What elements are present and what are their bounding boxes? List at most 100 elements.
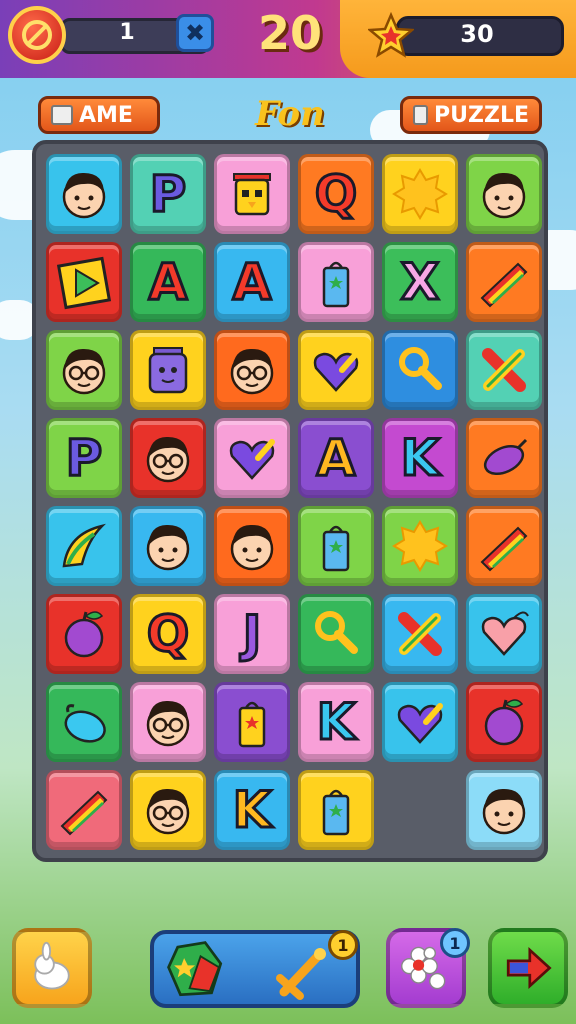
moves-value: 1 xyxy=(119,20,135,45)
face-icon xyxy=(146,524,190,571)
sun-icon xyxy=(392,168,448,220)
letter-a-label: A xyxy=(231,252,273,313)
board-tile[interactable] xyxy=(382,154,458,234)
letter-a-label: A xyxy=(315,428,357,489)
bunny-icon xyxy=(34,941,70,990)
board-tile[interactable]: X xyxy=(382,242,458,322)
board-tile[interactable]: K xyxy=(214,770,290,850)
letter-k-label: K xyxy=(399,428,441,489)
board-tile[interactable] xyxy=(214,330,290,410)
board-tile[interactable] xyxy=(46,330,122,410)
board-tile[interactable] xyxy=(466,330,542,410)
rainbow-icon xyxy=(480,526,528,572)
arrow-right-icon xyxy=(506,946,552,990)
board-tile[interactable] xyxy=(214,506,290,586)
board-tile[interactable] xyxy=(466,154,542,234)
no-entry-icon xyxy=(22,20,52,50)
board-tile[interactable]: A xyxy=(214,242,290,322)
key-icon xyxy=(315,611,358,654)
key-icon xyxy=(399,347,442,390)
book-icon xyxy=(51,105,73,125)
board-tile[interactable] xyxy=(46,682,122,762)
cross-pencil-icon xyxy=(398,612,442,656)
board-tile[interactable] xyxy=(46,242,122,322)
letter-a-label: A xyxy=(147,252,189,313)
no-entry-button[interactable] xyxy=(8,6,66,64)
power-count-badge: 1 xyxy=(328,930,358,960)
board-tile[interactable] xyxy=(130,770,206,850)
board-tile[interactable]: A xyxy=(130,242,206,322)
board-tile[interactable] xyxy=(46,506,122,586)
board-tile[interactable] xyxy=(130,330,206,410)
robot-purple-icon xyxy=(148,347,188,394)
heart-check-icon xyxy=(229,439,275,480)
board-tile[interactable]: K xyxy=(382,418,458,498)
letter-q-label: Q xyxy=(313,164,358,225)
board-tile[interactable] xyxy=(298,506,374,586)
board-tile[interactable] xyxy=(46,594,122,674)
robot-yellow-icon xyxy=(233,173,271,216)
board-tile[interactable] xyxy=(466,770,542,850)
board-tile[interactable]: A xyxy=(298,418,374,498)
cross-pencil-icon xyxy=(482,348,526,392)
board-tile[interactable]: P xyxy=(46,418,122,498)
face-glasses-icon xyxy=(146,788,190,835)
board-tile[interactable] xyxy=(382,506,458,586)
heart-check-icon xyxy=(313,351,359,392)
board-tile[interactable]: K xyxy=(298,682,374,762)
board-tile[interactable] xyxy=(130,682,206,762)
game-board: PQAAXPAKQJKK xyxy=(32,140,548,862)
rainbow-icon xyxy=(60,790,108,836)
board-tile[interactable]: Q xyxy=(298,154,374,234)
board-tile[interactable] xyxy=(214,418,290,498)
board-tile[interactable]: J xyxy=(214,594,290,674)
next-button[interactable] xyxy=(488,928,568,1008)
gem-icon xyxy=(167,941,223,997)
score-value: 20 xyxy=(257,6,322,60)
face-icon xyxy=(62,172,106,219)
bag-yellow-icon xyxy=(238,701,266,748)
letter-p-label: P xyxy=(64,428,104,489)
board-tile[interactable]: Q xyxy=(130,594,206,674)
board-tile[interactable] xyxy=(298,770,374,850)
board-tile[interactable] xyxy=(382,594,458,674)
sword-icon xyxy=(276,948,326,1000)
flower-count-badge: 1 xyxy=(440,928,470,958)
game-mode-button[interactable]: AME xyxy=(38,96,160,134)
face-icon xyxy=(482,172,526,219)
board-tile[interactable] xyxy=(46,154,122,234)
puzzle-button[interactable]: PUZZLE xyxy=(400,96,542,134)
bunny-powerup-button[interactable] xyxy=(12,928,92,1008)
apple-purple-icon xyxy=(64,611,104,658)
board-tile[interactable] xyxy=(130,418,206,498)
board-tile[interactable] xyxy=(298,330,374,410)
star-icon xyxy=(368,12,414,58)
apple-purple-icon xyxy=(484,699,524,746)
bag-blue-icon xyxy=(322,525,350,572)
plum-icon xyxy=(483,438,528,476)
rainbow-icon xyxy=(480,262,528,308)
sun-icon xyxy=(392,520,448,572)
board-tile[interactable] xyxy=(466,242,542,322)
board-tile[interactable] xyxy=(466,506,542,586)
board-tile[interactable] xyxy=(298,594,374,674)
board-tile[interactable] xyxy=(466,418,542,498)
letter-q-label: Q xyxy=(145,604,190,665)
board-tile[interactable] xyxy=(298,242,374,322)
board-tile[interactable] xyxy=(214,154,290,234)
shuffle-button[interactable]: ✖ xyxy=(176,14,214,52)
board-tile[interactable] xyxy=(466,682,542,762)
letter-k-label: K xyxy=(315,692,357,753)
board-tile[interactable] xyxy=(382,682,458,762)
letter-j-label: J xyxy=(241,604,263,665)
board-tile[interactable] xyxy=(130,506,206,586)
face-icon xyxy=(482,788,526,835)
board-tile[interactable] xyxy=(46,770,122,850)
bag-blue-icon xyxy=(322,261,350,308)
board-tile[interactable] xyxy=(214,682,290,762)
face-icon xyxy=(230,524,274,571)
board-tile[interactable] xyxy=(382,330,458,410)
board-tile[interactable] xyxy=(466,594,542,674)
board-tile[interactable]: P xyxy=(130,154,206,234)
face-glasses-icon xyxy=(230,348,274,395)
